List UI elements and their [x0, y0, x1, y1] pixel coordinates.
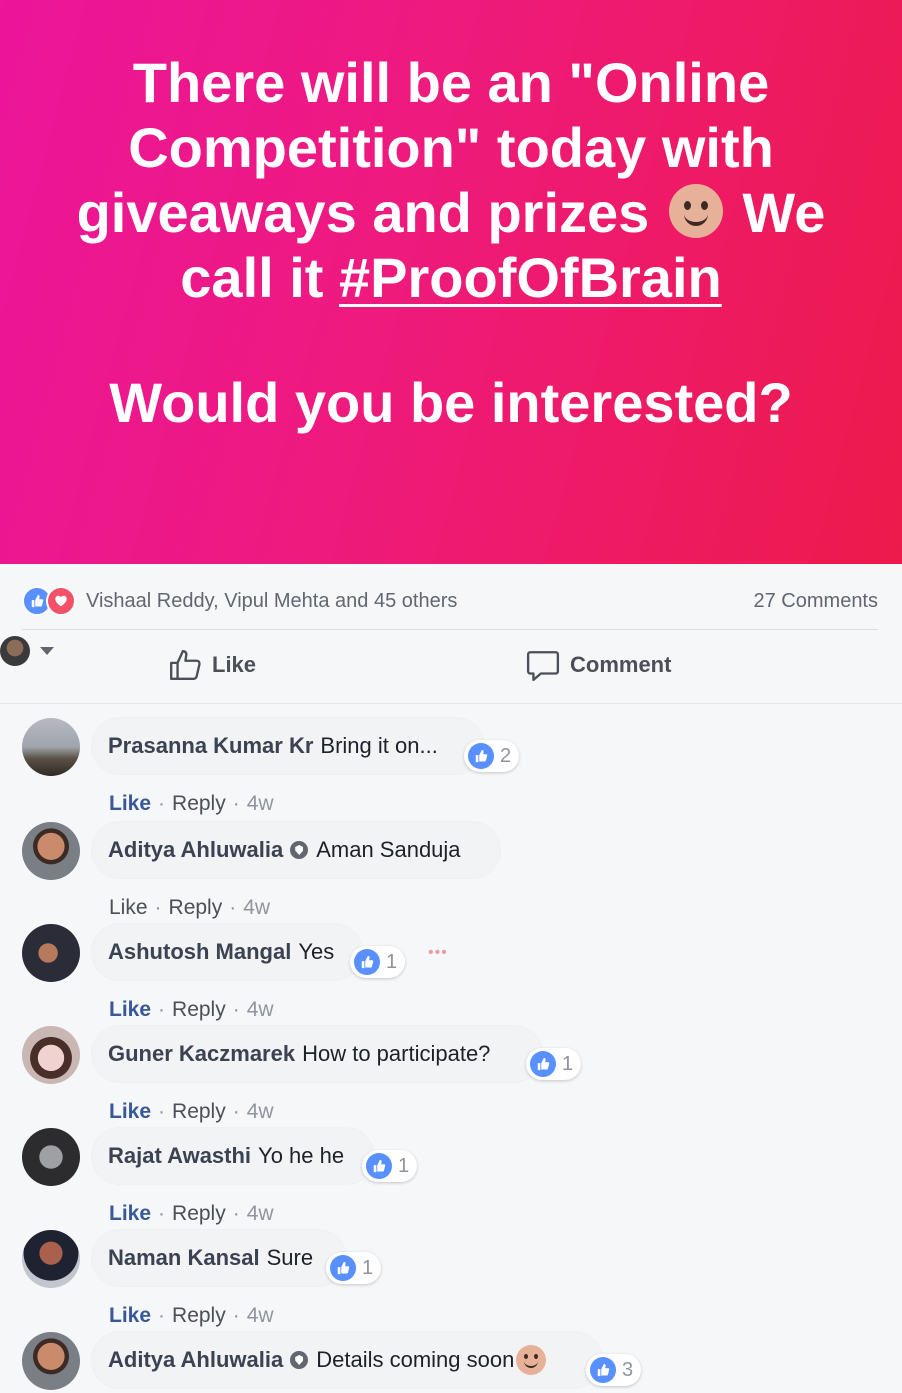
comment-reactions[interactable]: 1: [362, 1150, 418, 1182]
comment-text: Sure: [266, 1245, 314, 1270]
comment-button[interactable]: Comment: [526, 648, 671, 682]
reaction-count: 1: [562, 1052, 574, 1075]
comment-meta: Like · Reply · 4w: [109, 792, 274, 816]
comment-reply-link[interactable]: Reply: [172, 1100, 226, 1124]
comment-reply-link[interactable]: Reply: [169, 896, 223, 920]
comment-like-link[interactable]: Like: [109, 998, 151, 1022]
avatar[interactable]: [22, 1026, 80, 1084]
post-background: There will be an "Online Competition" to…: [0, 0, 902, 564]
comment-reply-link[interactable]: Reply: [172, 998, 226, 1022]
shield-badge-icon: [290, 841, 309, 859]
comment-bubble: Aditya Ahluwalia Aman Sanduja: [92, 822, 500, 878]
love-reaction-icon: [46, 586, 76, 616]
reaction-count: 1: [398, 1154, 410, 1177]
comment-text: Details coming soon: [316, 1347, 515, 1372]
post-question: Would you be interested?: [109, 371, 793, 434]
reaction-count: 2: [500, 744, 512, 767]
divider: [22, 629, 878, 630]
comment-bubble: Ashutosh Mangal Yes: [92, 924, 362, 980]
like-reaction-icon: [590, 1357, 616, 1383]
comment-text: Bring it on...: [320, 733, 438, 758]
comment-author[interactable]: Aditya Ahluwalia: [108, 1347, 283, 1373]
comments-count[interactable]: 27 Comments: [754, 590, 879, 613]
comment-reactions[interactable]: 3: [586, 1354, 642, 1386]
comment-timestamp[interactable]: 4w: [247, 1100, 274, 1124]
comment-reactions[interactable]: 1: [526, 1048, 582, 1080]
avatar[interactable]: [22, 822, 80, 880]
like-reaction-icon: [330, 1255, 356, 1281]
comment-author[interactable]: Aditya Ahluwalia: [108, 837, 283, 863]
comment-meta: Like · Reply · 4w: [109, 1304, 274, 1328]
comment-timestamp[interactable]: 4w: [247, 792, 274, 816]
comment-timestamp[interactable]: 4w: [243, 896, 270, 920]
reaction-count: 1: [386, 950, 398, 973]
like-reaction-icon: [354, 949, 380, 975]
comment-text: Yes: [298, 939, 335, 964]
avatar[interactable]: [22, 1230, 80, 1288]
avatar[interactable]: [22, 924, 80, 982]
avatar[interactable]: [22, 718, 80, 776]
avatar: [0, 636, 30, 666]
comment-reactions[interactable]: 1: [326, 1252, 382, 1284]
more-options-icon[interactable]: •••: [428, 944, 448, 962]
comment-like-link[interactable]: Like: [109, 1304, 151, 1328]
comment-text: Aman Sanduja: [316, 837, 461, 862]
post-actions: Like Comment: [0, 636, 902, 696]
comment-like-link[interactable]: Like: [109, 896, 148, 920]
thumbs-up-icon: [170, 650, 201, 680]
reactions-summary: Vishaal Reddy, Vipul Mehta and 45 others…: [22, 586, 878, 616]
comment-like-link[interactable]: Like: [109, 1202, 151, 1226]
comment-reactions[interactable]: 1: [350, 946, 406, 978]
comment-author[interactable]: Guner Kaczmarek: [108, 1041, 295, 1067]
reaction-icons[interactable]: [22, 586, 76, 616]
avatar[interactable]: [22, 1128, 80, 1186]
post-text: There will be an "Online Competition" to…: [40, 50, 862, 310]
reactors-text[interactable]: Vishaal Reddy, Vipul Mehta and 45 others: [86, 590, 457, 613]
shield-badge-icon: [290, 1351, 309, 1369]
like-button-label: Like: [212, 652, 257, 677]
smiley-emoji-icon: [668, 184, 723, 238]
comment-meta: Like · Reply · 4w: [109, 1202, 274, 1226]
comment-author[interactable]: Prasanna Kumar Kr: [108, 733, 313, 759]
like-reaction-icon: [468, 743, 494, 769]
comment-bubble: Naman Kansal Sure: [92, 1230, 346, 1286]
comment-author[interactable]: Ashutosh Mangal: [108, 939, 291, 965]
smiley-emoji-icon: [516, 1345, 547, 1375]
reaction-count: 3: [622, 1358, 634, 1381]
comment-author[interactable]: Naman Kansal: [108, 1245, 260, 1271]
chevron-down-icon: [40, 647, 54, 655]
comment-timestamp[interactable]: 4w: [247, 1202, 274, 1226]
comment-reply-link[interactable]: Reply: [172, 1202, 226, 1226]
avatar[interactable]: [22, 1332, 80, 1390]
comment-timestamp[interactable]: 4w: [247, 1304, 274, 1328]
reaction-count: 1: [362, 1256, 374, 1279]
comments-list: Prasanna Kumar Kr Bring it on... 2 Like …: [0, 703, 902, 1393]
comment-reactions[interactable]: 2: [464, 740, 520, 772]
comment-bubble: Rajat Awasthi Yo he he: [92, 1128, 374, 1184]
comment-reply-link[interactable]: Reply: [172, 1304, 226, 1328]
comment-author[interactable]: Rajat Awasthi: [108, 1143, 251, 1169]
comment-like-link[interactable]: Like: [109, 792, 151, 816]
comment-meta: Like · Reply · 4w: [109, 896, 271, 920]
comment-bubble-icon: [526, 651, 560, 682]
like-reaction-icon: [366, 1153, 392, 1179]
comment-as-selector[interactable]: [0, 636, 902, 666]
comment-text: Yo he he: [258, 1143, 345, 1168]
comment-button-label: Comment: [570, 652, 672, 677]
comment-bubble: Aditya Ahluwalia Details coming soon: [92, 1332, 602, 1388]
comment-meta: Like · Reply · 4w: [109, 998, 274, 1022]
comment-bubble: Guner Kaczmarek How to participate?: [92, 1026, 542, 1082]
comment-like-link[interactable]: Like: [109, 1100, 151, 1124]
comment-bubble: Prasanna Kumar Kr Bring it on...: [92, 718, 484, 774]
comment-meta: Like · Reply · 4w: [109, 1100, 274, 1124]
like-button[interactable]: Like: [168, 648, 256, 682]
comment-reply-link[interactable]: Reply: [172, 792, 226, 816]
comment-timestamp[interactable]: 4w: [247, 998, 274, 1022]
like-reaction-icon: [530, 1051, 556, 1077]
hashtag-link[interactable]: #ProofOfBrain: [339, 246, 722, 309]
comment-text: How to participate?: [302, 1041, 491, 1066]
